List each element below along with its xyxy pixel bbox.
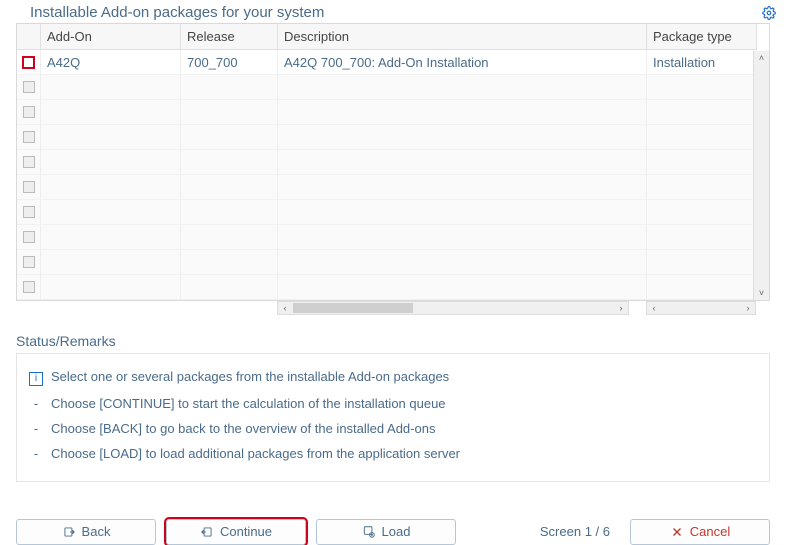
- status-box: i Select one or several packages from th…: [16, 353, 770, 482]
- cell-addon[interactable]: A42Q: [41, 50, 181, 75]
- scroll-down-icon[interactable]: ˅: [754, 286, 769, 300]
- scroll-up-icon[interactable]: ˄: [754, 51, 769, 65]
- status-hint-back: Choose [BACK] to go back to the overview…: [51, 421, 435, 436]
- scroll-right-icon[interactable]: ›: [614, 303, 628, 313]
- table-row: [41, 225, 181, 250]
- scroll-right-icon[interactable]: ›: [741, 303, 755, 313]
- col-checkbox: [17, 24, 41, 50]
- row-checkbox[interactable]: [23, 106, 35, 118]
- table-row: [41, 150, 181, 175]
- status-info: Select one or several packages from the …: [51, 369, 449, 384]
- col-release[interactable]: Release: [181, 24, 278, 50]
- back-icon: [62, 525, 76, 539]
- row-checkbox[interactable]: [23, 81, 35, 93]
- row-checkbox[interactable]: [17, 50, 41, 75]
- status-title: Status/Remarks: [16, 333, 770, 349]
- vertical-scrollbar[interactable]: ˄ ˅: [753, 51, 769, 300]
- packages-table: Add-On Release Description Package type …: [16, 23, 770, 301]
- row-checkbox[interactable]: [23, 256, 35, 268]
- gear-icon[interactable]: [762, 6, 776, 20]
- load-icon: [362, 525, 376, 539]
- table-row: [41, 100, 181, 125]
- row-checkbox[interactable]: [23, 206, 35, 218]
- col-description[interactable]: Description: [278, 24, 647, 50]
- cell-release[interactable]: 700_700: [181, 50, 278, 75]
- load-button[interactable]: Load: [316, 519, 456, 545]
- hscroll-left[interactable]: ‹ ›: [277, 301, 629, 315]
- info-icon: i: [29, 372, 43, 386]
- scroll-left-icon[interactable]: ‹: [278, 303, 292, 313]
- scroll-left-icon[interactable]: ‹: [647, 303, 661, 313]
- table-row: [41, 275, 181, 300]
- back-button[interactable]: Back: [16, 519, 156, 545]
- table-row: [41, 250, 181, 275]
- cell-description[interactable]: A42Q 700_700: Add-On Installation: [278, 50, 647, 75]
- status-hint-load: Choose [LOAD] to load additional package…: [51, 446, 460, 461]
- table-row: [41, 125, 181, 150]
- hscroll-right[interactable]: ‹ ›: [646, 301, 756, 315]
- section-title: Installable Add-on packages for your sys…: [30, 4, 762, 21]
- table-row: [41, 175, 181, 200]
- row-checkbox[interactable]: [23, 281, 35, 293]
- row-checkbox[interactable]: [23, 156, 35, 168]
- table-row: [41, 75, 181, 100]
- continue-button[interactable]: Continue: [166, 519, 306, 545]
- screen-indicator: Screen 1 / 6: [540, 524, 610, 539]
- col-package-type[interactable]: Package type: [647, 24, 757, 50]
- row-checkbox[interactable]: [23, 181, 35, 193]
- table-row: [41, 200, 181, 225]
- close-icon: [670, 525, 684, 539]
- status-hint-continue: Choose [CONTINUE] to start the calculati…: [51, 396, 446, 411]
- continue-icon: [200, 525, 214, 539]
- row-checkbox[interactable]: [23, 131, 35, 143]
- cell-package-type[interactable]: Installation: [647, 50, 757, 75]
- row-checkbox[interactable]: [23, 231, 35, 243]
- col-addon[interactable]: Add-On: [41, 24, 181, 50]
- cancel-button[interactable]: Cancel: [630, 519, 770, 545]
